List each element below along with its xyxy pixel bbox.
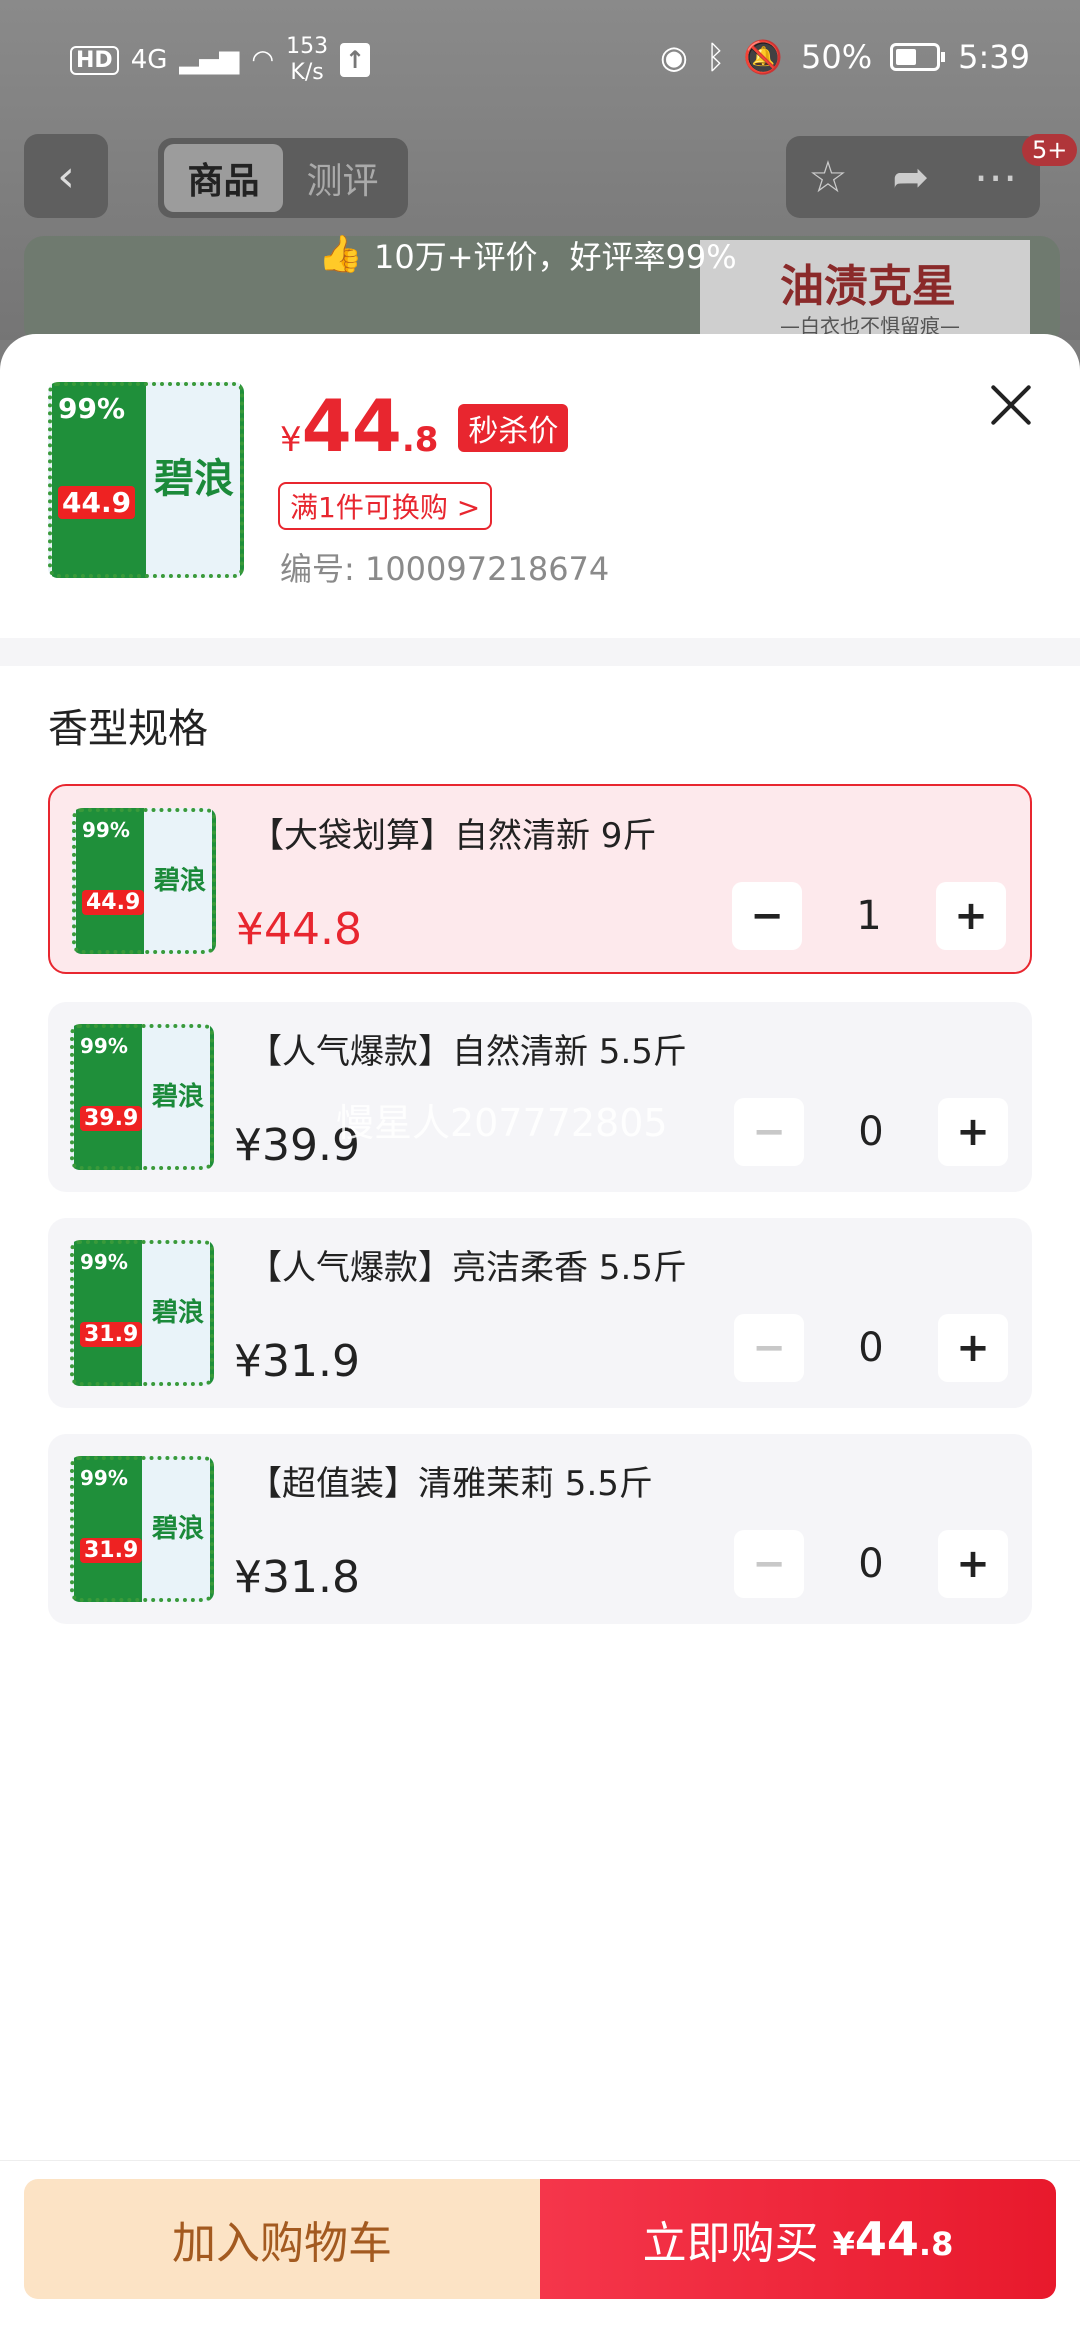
add-to-cart-button[interactable]: 加入购物车 <box>24 2179 540 2299</box>
increment-button[interactable]: + <box>938 1530 1008 1598</box>
quantity-value: 0 <box>858 1109 884 1155</box>
chevron-left-icon: ‹ <box>57 150 75 202</box>
quantity-stepper: − 0 + <box>734 1530 1008 1598</box>
variant-name: 【大袋划算】自然清新 9斤 <box>250 816 657 856</box>
mute-icon: 🔕 <box>743 38 784 76</box>
variant-image: 99% 碧浪 31.9 <box>70 1240 214 1386</box>
network-speed: 153 K/s <box>286 34 329 85</box>
message-badge: 5+ <box>1022 134 1078 166</box>
variant-name: 【人气爆款】自然清新 5.5斤 <box>248 1032 687 1072</box>
rating-summary: 👍 10万+评价，好评率99% <box>318 232 737 278</box>
more-icon[interactable]: ⋯ <box>974 152 1018 203</box>
banner-title: 油渍克星 <box>780 261 956 312</box>
swap-link[interactable]: 满1件可换购 > <box>278 482 493 530</box>
battery-icon <box>890 43 946 71</box>
quantity-stepper: − 0 + <box>734 1314 1008 1382</box>
quantity-stepper: − 0 + <box>734 1098 1008 1166</box>
variant-name: 【超值装】清雅茉莉 5.5斤 <box>248 1464 653 1504</box>
variant-price: ¥44.8 <box>236 904 362 955</box>
network-indicator: 4G <box>130 45 168 75</box>
price-integer: 44 <box>301 384 402 468</box>
quantity-value: 0 <box>858 1541 884 1587</box>
bluetooth-icon: ᛒ <box>705 38 726 76</box>
upload-icon: ↑ <box>340 43 371 77</box>
sku-sheet: 99% 碧浪 44.9 ¥ 44 .8 秒杀价 满1件可换购 > 编号: 100… <box>0 334 1080 2340</box>
price-decimal: .8 <box>401 420 439 460</box>
quantity-value: 0 <box>858 1325 884 1371</box>
variant-item[interactable]: 99% 碧浪 31.9 【超值装】清雅茉莉 5.5斤 ¥31.8 − 0 + <box>48 1434 1032 1624</box>
variant-item[interactable]: 99% 碧浪 44.9 【大袋划算】自然清新 9斤 ¥44.8 − 1 + <box>48 784 1032 974</box>
background-page: HD 4G ▂▄▆ ◠ 153 K/s ↑ ◉ ᛒ 🔕 50% 5:39 ‹ 商… <box>0 0 1080 346</box>
product-price: ¥ 44 .8 秒杀价 <box>280 384 569 468</box>
decrement-button[interactable]: − <box>734 1314 804 1382</box>
close-icon[interactable] <box>988 382 1034 428</box>
increment-button[interactable]: + <box>938 1098 1008 1166</box>
buy-now-price: ¥44.8 <box>832 2212 954 2266</box>
variant-image: 99% 碧浪 44.9 <box>72 808 216 954</box>
status-bar: HD 4G ▂▄▆ ◠ 153 K/s ↑ ◉ ᛒ 🔕 50% 5:39 <box>0 0 1080 120</box>
decrement-button[interactable]: − <box>732 882 802 950</box>
share-icon[interactable]: ➦ <box>892 152 929 203</box>
divider <box>0 638 1080 666</box>
quantity-value: 1 <box>856 893 882 939</box>
hd-indicator: HD <box>70 45 119 75</box>
increment-button[interactable]: + <box>938 1314 1008 1382</box>
toolbar: ☆ ➦ ⋯ <box>786 136 1040 218</box>
variant-name: 【人气爆款】亮洁柔香 5.5斤 <box>248 1248 687 1288</box>
thumbs-up-icon: 👍 <box>318 234 363 275</box>
clock: 5:39 <box>958 38 1030 76</box>
signal-icon: ▂▄▆ <box>179 45 240 75</box>
variant-image: 99% 碧浪 39.9 <box>70 1024 214 1170</box>
eye-icon: ◉ <box>660 38 688 76</box>
decrement-button[interactable]: − <box>734 1530 804 1598</box>
decrement-button[interactable]: − <box>734 1098 804 1166</box>
bottom-action-bar: 加入购物车 立即购买 ¥44.8 <box>0 2160 1080 2341</box>
buy-now-label: 立即购买 <box>642 2218 819 2269</box>
tab-product[interactable]: 商品 <box>164 144 283 212</box>
product-image: 99% 碧浪 44.9 <box>48 382 244 578</box>
increment-button[interactable]: + <box>936 882 1006 950</box>
wifi-icon: ◠ <box>251 45 275 75</box>
quantity-stepper: − 1 + <box>732 882 1006 950</box>
nav-tabs: 商品 测评 <box>158 138 408 218</box>
seckill-badge: 秒杀价 <box>458 404 569 452</box>
variant-price: ¥31.8 <box>234 1552 360 1603</box>
buy-now-button[interactable]: 立即购买 ¥44.8 <box>540 2179 1056 2299</box>
section-title: 香型规格 <box>48 706 208 752</box>
variant-image: 99% 碧浪 31.9 <box>70 1456 214 1602</box>
variant-price: ¥31.9 <box>234 1336 360 1387</box>
back-button[interactable]: ‹ <box>24 134 108 218</box>
rating-text: 10万+评价，好评率99% <box>374 238 737 276</box>
sku-number: 编号: 100097218674 <box>280 550 610 588</box>
star-icon[interactable]: ☆ <box>808 152 847 203</box>
variant-item[interactable]: 99% 碧浪 31.9 【人气爆款】亮洁柔香 5.5斤 ¥31.9 − 0 + <box>48 1218 1032 1408</box>
tab-review[interactable]: 测评 <box>283 144 402 212</box>
battery-percent: 50% <box>801 38 873 76</box>
watermark: 慢星人207772805 <box>336 1101 668 1145</box>
currency-symbol: ¥ <box>280 420 302 460</box>
